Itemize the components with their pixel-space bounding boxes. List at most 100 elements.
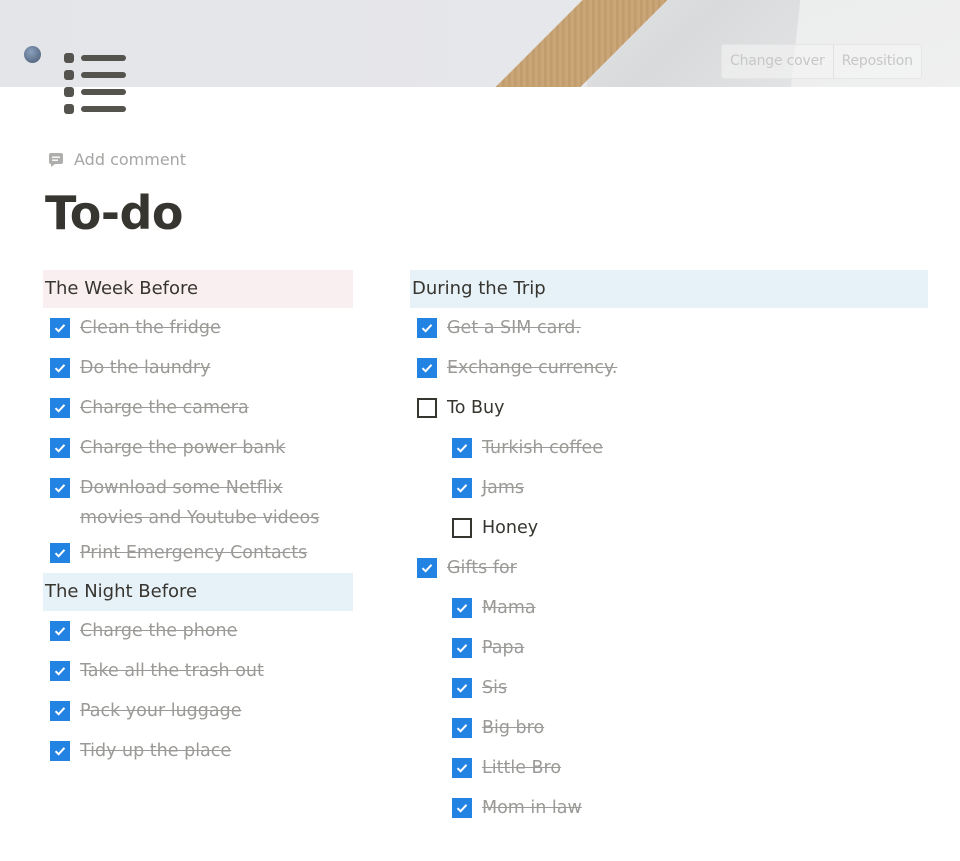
todo-item: Take all the trash out (43, 651, 353, 691)
add-comment-label: Add comment (74, 150, 187, 169)
checkmark-icon (421, 364, 433, 373)
checkmark-icon (54, 484, 66, 493)
checkbox-checked[interactable] (417, 318, 437, 338)
todo-text[interactable]: Turkish coffee (482, 433, 603, 463)
checkbox-checked[interactable] (50, 318, 70, 338)
left-column: The Week Before Clean the fridge Do the l… (43, 270, 353, 771)
todo-text[interactable]: Take all the trash out (80, 656, 264, 686)
right-column: During the Trip Get a SIM card. Exchange … (410, 270, 928, 828)
checkmark-icon (456, 444, 468, 453)
checkbox-checked[interactable] (452, 438, 472, 458)
reposition-button[interactable]: Reposition (832, 45, 921, 78)
todo-item: Little Bro (410, 748, 928, 788)
cover-dot-icon (24, 46, 41, 63)
checkbox-checked[interactable] (50, 701, 70, 721)
todo-text[interactable]: Tidy up the place (80, 736, 231, 766)
todo-item: Charge the power bank (43, 428, 353, 468)
todo-text[interactable]: Clean the fridge (80, 313, 221, 343)
todo-text[interactable]: Charge the power bank (80, 433, 285, 463)
todo-item: Sis (410, 668, 928, 708)
todo-text[interactable]: Papa (482, 633, 524, 663)
checkbox-checked[interactable] (50, 398, 70, 418)
checkmark-icon (54, 404, 66, 413)
checkmark-icon (54, 707, 66, 716)
add-comment-button[interactable]: Add comment (48, 150, 186, 169)
todo-item: Print Emergency Contacts (43, 533, 353, 573)
todo-text[interactable]: To Buy (447, 393, 504, 423)
todo-item: Charge the phone (43, 611, 353, 651)
todo-item: Clean the fridge (43, 308, 353, 348)
checkmark-icon (54, 627, 66, 636)
todo-item: Pack your luggage (43, 691, 353, 731)
checkbox-checked[interactable] (50, 661, 70, 681)
checkmark-icon (54, 324, 66, 333)
todo-item: Jams (410, 468, 928, 508)
heading-during-trip[interactable]: During the Trip (410, 270, 928, 308)
todo-text[interactable]: Charge the phone (80, 616, 237, 646)
todo-text[interactable]: Download some Netflix movies and Youtube… (80, 473, 330, 533)
checkbox-checked[interactable] (452, 798, 472, 818)
todo-text[interactable]: Little Bro (482, 753, 561, 783)
todo-item: Tidy up the place (43, 731, 353, 771)
todo-item: Exchange currency. (410, 348, 928, 388)
checkbox-checked[interactable] (50, 358, 70, 378)
cover-controls: Change cover Reposition (721, 44, 922, 79)
night-before-list: Charge the phone Take all the trash out Pa… (43, 611, 353, 771)
checkbox-checked[interactable] (452, 638, 472, 658)
checkbox-checked[interactable] (452, 478, 472, 498)
todo-text[interactable]: Charge the camera (80, 393, 249, 423)
todo-text[interactable]: Pack your luggage (80, 696, 242, 726)
todo-item: Gifts for (410, 548, 928, 588)
todo-text[interactable]: Jams (482, 473, 524, 503)
checkmark-icon (421, 564, 433, 573)
checkbox-checked[interactable] (452, 598, 472, 618)
checkmark-icon (456, 764, 468, 773)
comment-icon (49, 152, 63, 167)
page-cover[interactable]: Change cover Reposition (0, 0, 960, 87)
checkmark-icon (54, 667, 66, 676)
checkmark-icon (54, 444, 66, 453)
todo-text[interactable]: Gifts for (447, 553, 517, 583)
todo-item: Charge the camera (43, 388, 353, 428)
todo-text[interactable]: Honey (482, 513, 538, 543)
todo-item: Do the laundry (43, 348, 353, 388)
page-title[interactable]: To-do (45, 182, 184, 244)
todo-text[interactable]: Sis (482, 673, 507, 703)
checkbox-checked[interactable] (50, 741, 70, 761)
todo-text[interactable]: Do the laundry (80, 353, 210, 383)
checkmark-icon (456, 484, 468, 493)
checkbox-checked[interactable] (50, 478, 70, 498)
todo-item: Mom in law (410, 788, 928, 828)
todo-item: Mama (410, 588, 928, 628)
week-before-list: Clean the fridge Do the laundry Charge the… (43, 308, 353, 573)
todo-text[interactable]: Print Emergency Contacts (80, 538, 307, 568)
checkbox-unchecked[interactable] (417, 398, 437, 418)
todo-item: To Buy (410, 388, 928, 428)
checkmark-icon (54, 549, 66, 558)
checkbox-checked[interactable] (50, 621, 70, 641)
checkbox-unchecked[interactable] (452, 518, 472, 538)
checkbox-checked[interactable] (452, 758, 472, 778)
todo-text[interactable]: Get a SIM card. (447, 313, 581, 343)
todo-text[interactable]: Exchange currency. (447, 353, 617, 383)
list-bullets-icon[interactable] (63, 51, 127, 115)
change-cover-button[interactable]: Change cover (722, 45, 833, 78)
checkbox-checked[interactable] (417, 358, 437, 378)
heading-week-before[interactable]: The Week Before (43, 270, 353, 308)
checkbox-checked[interactable] (452, 718, 472, 738)
todo-text[interactable]: Mom in law (482, 793, 582, 823)
checkbox-checked[interactable] (452, 678, 472, 698)
checkmark-icon (54, 747, 66, 756)
checkbox-checked[interactable] (50, 438, 70, 458)
todo-item: Get a SIM card. (410, 308, 928, 348)
todo-item: Big bro (410, 708, 928, 748)
heading-night-before[interactable]: The Night Before (43, 573, 353, 611)
checkmark-icon (456, 604, 468, 613)
checkbox-checked[interactable] (50, 543, 70, 563)
todo-text[interactable]: Big bro (482, 713, 544, 743)
checkbox-checked[interactable] (417, 558, 437, 578)
checkmark-icon (456, 724, 468, 733)
todo-text[interactable]: Mama (482, 593, 536, 623)
todo-item: Papa (410, 628, 928, 668)
checkmark-icon (456, 644, 468, 653)
